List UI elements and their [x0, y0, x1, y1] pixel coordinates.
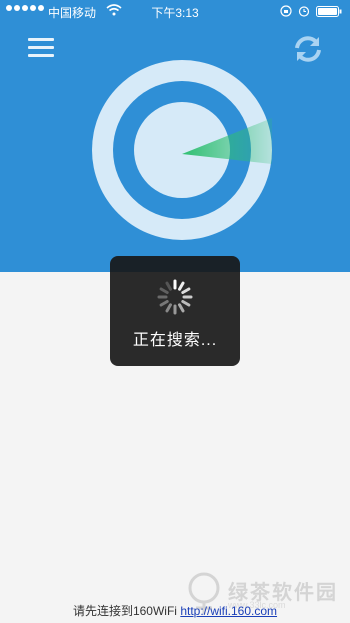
- footer: 请先连接到160WiFi http://wifi.160.com: [0, 602, 350, 619]
- rotation-lock-icon: [280, 5, 292, 17]
- battery-icon: [316, 6, 342, 17]
- header-panel: 中国移动 下午3:13: [0, 0, 350, 272]
- status-bar: 中国移动 下午3:13: [0, 0, 350, 22]
- alarm-icon: [298, 6, 310, 17]
- refresh-icon[interactable]: [291, 34, 325, 64]
- loading-spinner-icon: [157, 279, 193, 315]
- footer-link[interactable]: http://wifi.160.com: [180, 604, 277, 618]
- menu-icon[interactable]: [28, 36, 56, 58]
- footer-text: 请先连接到160WiFi: [72, 604, 177, 618]
- radar-scanner: [92, 60, 272, 240]
- loading-toast: 正在搜索...: [110, 256, 240, 366]
- toast-message: 正在搜索...: [132, 332, 218, 349]
